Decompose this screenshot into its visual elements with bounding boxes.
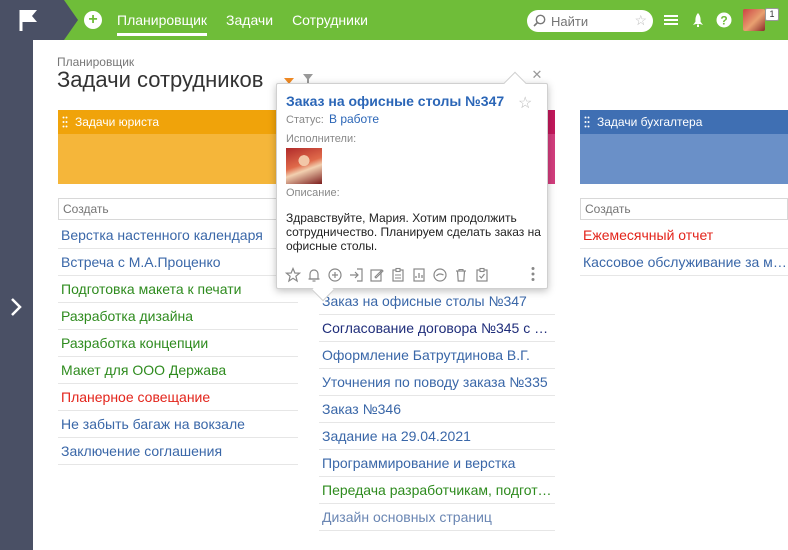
task-item[interactable]: Уточнения по поводу заказа №335 [319,369,555,396]
history-icon[interactable] [432,267,448,283]
status-value[interactable]: В работе [329,112,379,126]
column-lawyer: Задачи юриста « 9 Верстка настенного кал… [58,110,298,550]
bell-icon[interactable] [306,267,322,283]
logo[interactable] [0,0,78,40]
column-header[interactable]: Задачи юриста « [58,110,298,134]
column-accountant: Задачи бухгалтера Ежемесячный отчет Касс… [580,110,788,550]
left-sidebar [0,40,33,550]
task-item[interactable]: Задание на 29.04.2021 [319,423,555,450]
column-title: Задачи бухгалтера [597,115,703,129]
task-item[interactable]: Заказ на офисные столы №347 [319,288,555,315]
add-button[interactable]: + [84,11,102,29]
task-item[interactable]: Программирование и верстка [319,450,555,477]
task-item[interactable]: Заключение соглашения [58,438,298,465]
description-label: Описание: [286,187,340,199]
task-item[interactable]: Кассовое обслуживание за май [580,249,788,276]
favorite-star-icon[interactable]: ☆ [518,93,532,113]
search-icon [533,14,546,27]
notification-badge[interactable]: 1 [765,8,779,21]
nav-employees[interactable]: Сотрудники [292,0,368,40]
task-item[interactable]: Макет для ООО Держава [58,357,298,384]
main-nav: Планировщик Задачи Сотрудники [117,0,387,40]
menu-icon[interactable] [663,12,679,28]
flag-logo-icon [19,10,37,31]
task-item[interactable]: Встреча с М.А.Проценко [58,249,298,276]
column-title: Задачи юриста [75,115,160,129]
status-label: Статус: [286,114,324,126]
task-item[interactable]: Не забыть багаж на вокзале [58,411,298,438]
drag-handle-icon[interactable] [584,116,590,128]
task-item[interactable]: Разработка дизайна [58,303,298,330]
task-item[interactable]: Заказ №346 [319,396,555,423]
nav-planner[interactable]: Планировщик [117,0,208,40]
search-box[interactable]: ☆ [527,10,653,32]
task-item[interactable]: Ежемесячный отчет [580,222,788,249]
task-item[interactable]: Дизайн основных страниц [319,504,555,531]
help-icon[interactable]: ? [716,12,732,28]
task-item[interactable]: Передача разработчикам, подготовка [319,477,555,504]
top-bar: + Планировщик Задачи Сотрудники ☆ ? 1 [0,0,788,40]
report-icon[interactable] [411,267,427,283]
page-title: Задачи сотрудников [57,67,264,92]
drag-handle-icon[interactable] [62,116,68,128]
task-item[interactable]: Планерное совещание [58,384,298,411]
task-item[interactable]: Оформление Батрутдинова В.Г. [319,342,555,369]
favorite-star-icon[interactable]: ☆ [634,12,647,29]
login-icon[interactable] [348,267,364,283]
add-circle-icon[interactable] [327,267,343,283]
popup-actions [285,267,495,283]
create-task-input[interactable] [580,198,788,220]
more-vertical-icon[interactable] [531,266,535,282]
svg-text:?: ? [720,14,727,28]
edit-icon[interactable] [369,267,385,283]
description-text: Здравствуйте, Мария. Хотим продолжить со… [286,211,541,253]
popup-title[interactable]: Заказ на офисные столы №347 [286,93,504,109]
clipboard-icon[interactable] [390,267,406,283]
nav-tasks[interactable]: Задачи [226,0,273,40]
close-icon[interactable]: ✕ [530,68,544,82]
star-icon[interactable] [285,267,301,283]
executors-label: Исполнители: [286,133,357,145]
rocket-icon[interactable] [690,12,706,28]
user-avatar[interactable] [743,9,765,31]
task-popup: ✕ Заказ на офисные столы №347 ☆ Статус: … [276,68,548,302]
column-header[interactable]: Задачи бухгалтера [580,110,788,134]
expand-chevron-icon[interactable] [9,297,23,317]
task-item[interactable]: Верстка настенного календаря [58,222,298,249]
task-item[interactable]: Согласование договора №345 с ООО [319,315,555,342]
task-item[interactable]: Разработка концепции [58,330,298,357]
column-summary [580,134,788,184]
task-check-icon[interactable] [474,267,490,283]
task-item[interactable]: Подготовка макета к печати [58,276,298,303]
search-input[interactable] [551,12,631,30]
create-task-input[interactable] [58,198,298,220]
executor-avatar[interactable] [286,148,322,184]
column-summary: 9 [58,134,298,184]
trash-icon[interactable] [453,267,469,283]
